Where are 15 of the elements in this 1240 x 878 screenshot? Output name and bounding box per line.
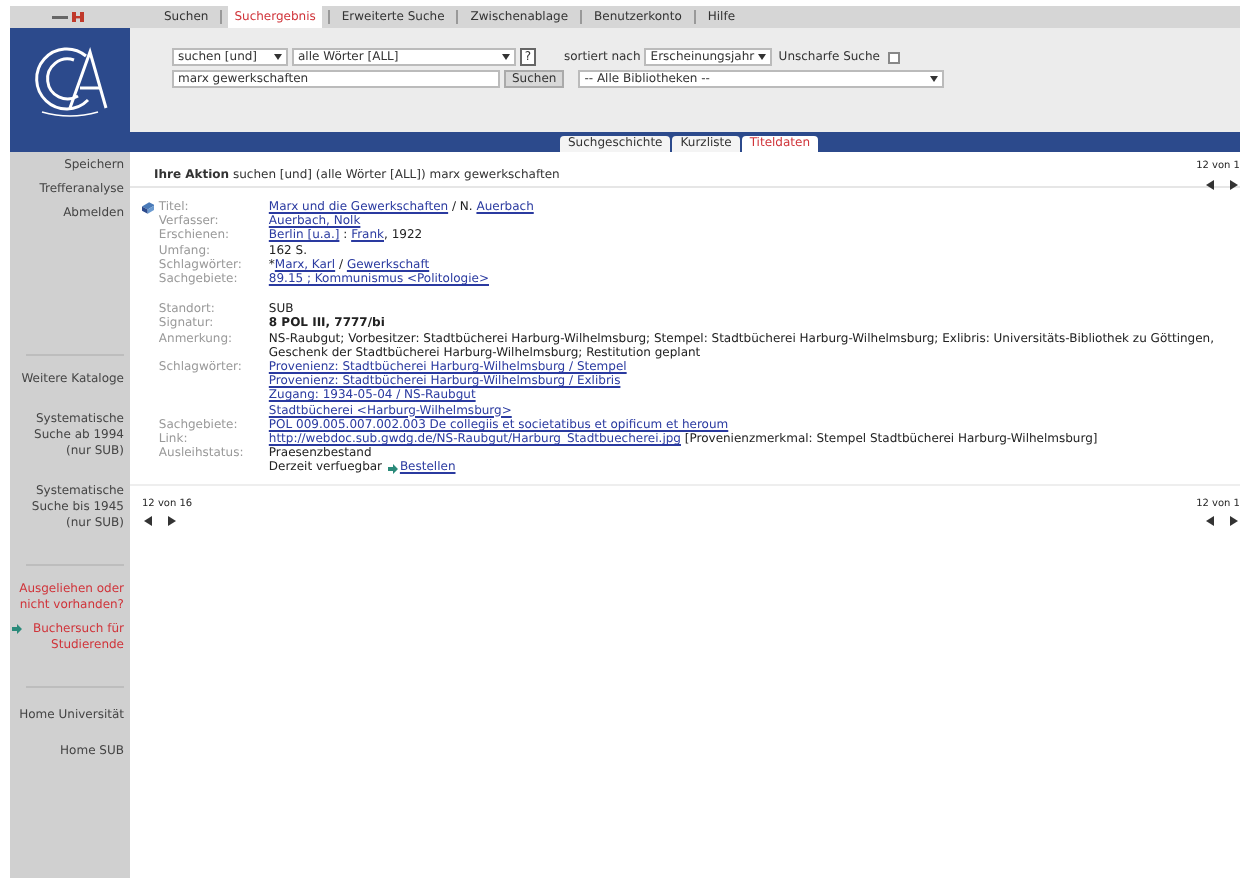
arrow-icon (12, 624, 22, 634)
fuzzy-search-checkbox[interactable] (887, 51, 900, 63)
next-arrow-icon[interactable] (1230, 179, 1238, 189)
previous-arrow-icon[interactable] (144, 516, 152, 527)
book-icon (142, 200, 155, 216)
caret-icon (502, 54, 510, 60)
previous-arrow-icon[interactable] (1206, 179, 1214, 189)
next-arrow-icon[interactable] (1230, 516, 1238, 527)
previous-arrow-icon[interactable] (1206, 516, 1214, 527)
caret-icon (274, 54, 282, 60)
caret-icon (930, 76, 939, 82)
next-arrow-icon[interactable] (168, 516, 176, 527)
logo-mark-icon (52, 12, 88, 22)
caret-icon (758, 54, 767, 60)
arrow-icon (387, 463, 398, 474)
